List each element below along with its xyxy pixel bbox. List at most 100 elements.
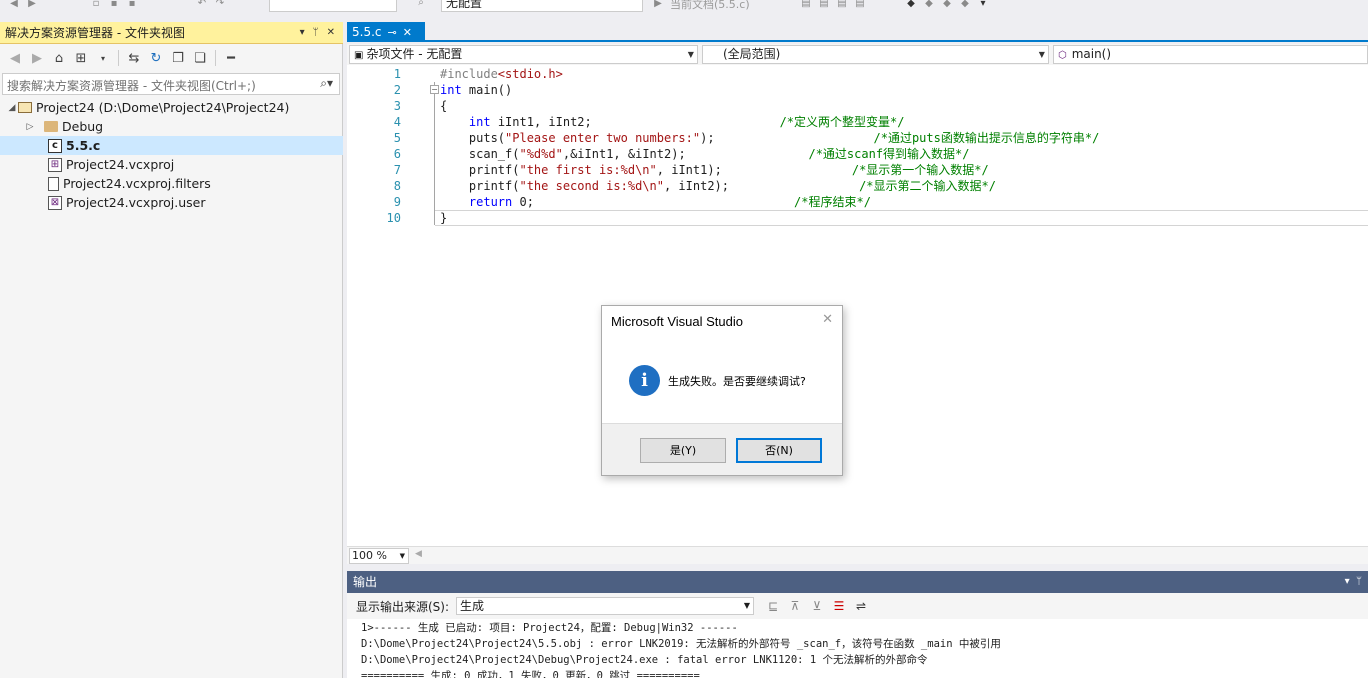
line-number: 2	[393, 83, 401, 97]
code-token: "the second is:%d\n"	[519, 179, 664, 193]
code-text: int main()	[440, 82, 512, 98]
toolbar-icon-b[interactable]: ▤	[818, 0, 830, 9]
pin-icon[interactable]: ⊸	[388, 26, 397, 39]
line-number: 5	[393, 131, 401, 145]
undo-redo-buttons[interactable]: ↶ ↷	[196, 0, 226, 12]
output-title-bar[interactable]: 输出 ▾ ᛘ	[347, 571, 1368, 593]
code-line[interactable]: 10}	[347, 210, 1368, 226]
tree-item-5-5-c[interactable]: c 5.5.c	[0, 136, 343, 155]
scroll-left-icon[interactable]: ◀	[415, 549, 422, 559]
collapsed-arrow-icon[interactable]: ▷	[24, 122, 36, 132]
toolbar-icon-d[interactable]: ▤	[854, 0, 866, 9]
prev-message-icon[interactable]: ⊼	[786, 597, 804, 615]
next-message-icon[interactable]: ⊻	[808, 597, 826, 615]
bookmark-icon[interactable]: ◆	[905, 0, 917, 9]
code-line[interactable]: 8 printf("the second is:%d\n", iInt2); /…	[347, 178, 1368, 194]
tree-item-label: Project24.vcxproj	[66, 157, 175, 172]
toolbar-icon-c[interactable]: ▤	[836, 0, 848, 9]
bookmark-next-icon[interactable]: ◆	[941, 0, 953, 9]
solution-folder-icon	[18, 102, 32, 113]
start-debug-button[interactable]: ▶ 当前文档(5.5.c)	[652, 0, 749, 12]
code-line[interactable]: 5 puts("Please enter two numbers:"); /*通…	[347, 130, 1368, 146]
clear-all-icon[interactable]: ☰	[830, 597, 848, 615]
misc-toolbar-buttons[interactable]: ▤ ▤ ▤ ▤	[800, 0, 866, 12]
member-combo[interactable]: ⬡ main()	[1052, 45, 1368, 64]
code-line[interactable]: 9 return 0; /*程序结束*/	[347, 194, 1368, 210]
undo-icon[interactable]: ↶	[196, 0, 208, 9]
refresh-icon[interactable]: ↻	[147, 49, 165, 67]
solution-config-combo[interactable]	[269, 0, 397, 12]
navigate-buttons[interactable]: ◀ ▶	[8, 0, 38, 12]
zoom-combo[interactable]: 100 % ▼	[349, 548, 409, 564]
close-icon[interactable]: ✕	[403, 26, 412, 39]
tree-item-user[interactable]: ⊠ Project24.vcxproj.user	[0, 193, 343, 212]
function-icon: ⬡	[1057, 50, 1067, 61]
search-input[interactable]: 搜索解决方案资源管理器 - 文件夹视图(Ctrl+;) ⌕▾	[2, 73, 340, 95]
redo-icon[interactable]: ↷	[214, 0, 226, 9]
close-icon[interactable]: ✕	[327, 27, 335, 38]
sync-icon[interactable]: ⇆	[125, 49, 143, 67]
tree-item-filters[interactable]: Project24.vcxproj.filters	[0, 174, 343, 193]
bookmark-prev-icon[interactable]: ◆	[923, 0, 935, 9]
code-token: /*通过puts函数输出提示信息的字符串*/	[873, 131, 1100, 145]
back-icon[interactable]: ◀	[8, 0, 20, 9]
solution-explorer-toolbar: ◀ ▶ ⌂ ⊞ ▾ ⇆ ↻ ❐ ❏ ━	[0, 46, 343, 70]
word-wrap-icon[interactable]: ⇌	[852, 597, 870, 615]
find-message-icon[interactable]: ⊑	[764, 597, 782, 615]
output-panel: 输出 ▾ ᛘ 显示输出来源(S): 生成 ▼ ⊑ ⊼ ⊻ ☰ ⇌ 1>-----…	[347, 571, 1368, 678]
project-combo-value: 杂项文件 - 无配置	[366, 47, 463, 61]
new-project-icon[interactable]: ▫	[90, 0, 102, 9]
platform-combo[interactable]: 无配置	[441, 0, 643, 12]
output-line: ========== 生成: 0 成功，1 失败，0 更新，0 跳过 =====…	[361, 670, 700, 678]
code-line[interactable]: 2 int main()	[347, 82, 1368, 98]
forward-icon[interactable]: ▶	[28, 49, 46, 67]
code-line[interactable]: 6 scan_f("%d%d",&iInt1, &iInt2); /*通过sca…	[347, 146, 1368, 162]
bookmark-buttons[interactable]: ◆ ◆ ◆ ◆ ▾	[905, 0, 989, 12]
main-toolbar: ◀ ▶ ▫ ▪ ▪ ↶ ↷ ⌕ 无配置 ▶ 当前文档(5.5.c) ▤ ▤ ▤ …	[0, 0, 1368, 14]
output-text[interactable]: 1>------ 生成 已启动: 项目: Project24，配置: Debug…	[347, 619, 1368, 678]
properties-icon[interactable]: ━	[222, 49, 240, 67]
code-line[interactable]: 7 printf("the first is:%d\n", iInt1); /*…	[347, 162, 1368, 178]
no-button[interactable]: 否(N)	[736, 438, 822, 463]
toolbar-icon-a[interactable]: ▤	[800, 0, 812, 9]
back-icon[interactable]: ◀	[6, 49, 24, 67]
find-icon[interactable]: ⌕	[415, 0, 427, 8]
yes-button[interactable]: 是(Y)	[640, 438, 726, 463]
tab-5-5-c[interactable]: 5.5.c ⊸ ✕	[347, 22, 425, 42]
code-token: "Please enter two numbers:"	[505, 131, 701, 145]
save-icon[interactable]: ▪	[126, 0, 138, 9]
code-token: int	[440, 83, 462, 97]
output-source-combo[interactable]: 生成 ▼	[456, 597, 755, 615]
tree-item-project[interactable]: ◢ Project24 (D:\Dome\Project24\Project24…	[0, 98, 343, 117]
open-icon[interactable]: ▪	[108, 0, 120, 9]
tree-item-debug[interactable]: ▷ Debug	[0, 117, 343, 136]
code-line[interactable]: 1 #include<stdio.h>	[347, 66, 1368, 82]
expanded-arrow-icon[interactable]: ◢	[6, 103, 18, 113]
close-icon[interactable]: ✕	[822, 312, 833, 327]
solution-explorer-title-bar[interactable]: 解决方案资源管理器 - 文件夹视图 ▾ ᛘ ✕	[0, 22, 343, 44]
forward-icon[interactable]: ▶	[26, 0, 38, 9]
output-source-label: 显示输出来源(S):	[356, 599, 450, 614]
code-editor[interactable]: − 1 #include<stdio.h> 2 int main() 3{4 int i…	[347, 65, 1368, 546]
scope-combo[interactable]: (全局范围) ▼	[701, 45, 1049, 64]
code-line[interactable]: 4 int iInt1, iInt2; /*定义两个整型变量*/	[347, 114, 1368, 130]
home-icon[interactable]: ⌂	[50, 49, 68, 67]
window-position-icon[interactable]: ▾ ᛘ	[1345, 571, 1362, 593]
file-buttons[interactable]: ▫ ▪ ▪	[90, 0, 138, 12]
vcxproj-file-icon: ⊞	[48, 157, 62, 172]
tree-item-vcxproj[interactable]: ⊞ Project24.vcxproj	[0, 155, 343, 174]
pin-icon[interactable]: ᛘ	[313, 27, 319, 38]
window-position-icon[interactable]: ▾	[300, 27, 305, 38]
chevron-down-icon[interactable]: ▾	[94, 49, 112, 67]
dialog-message: 生成失败。是否要继续调试?	[668, 375, 806, 388]
code-line[interactable]: 3{	[347, 98, 1368, 114]
bookmark-clear-icon[interactable]: ◆	[959, 0, 971, 9]
collapse-all-icon[interactable]: ❐	[169, 49, 187, 67]
switch-views-icon[interactable]: ⊞	[72, 49, 90, 67]
toolbar-overflow-icon[interactable]: ▾	[977, 0, 989, 9]
solution-search-box[interactable]: 搜索解决方案资源管理器 - 文件夹视图(Ctrl+;) ⌕▾	[0, 73, 343, 95]
search-icon[interactable]: ⌕▾	[320, 76, 333, 91]
show-all-files-icon[interactable]: ❏	[191, 49, 209, 67]
project-combo[interactable]: ▣ 杂项文件 - 无配置 ▼	[349, 45, 698, 64]
output-line: D:\Dome\Project24\Project24\5.5.obj : er…	[361, 638, 1001, 650]
